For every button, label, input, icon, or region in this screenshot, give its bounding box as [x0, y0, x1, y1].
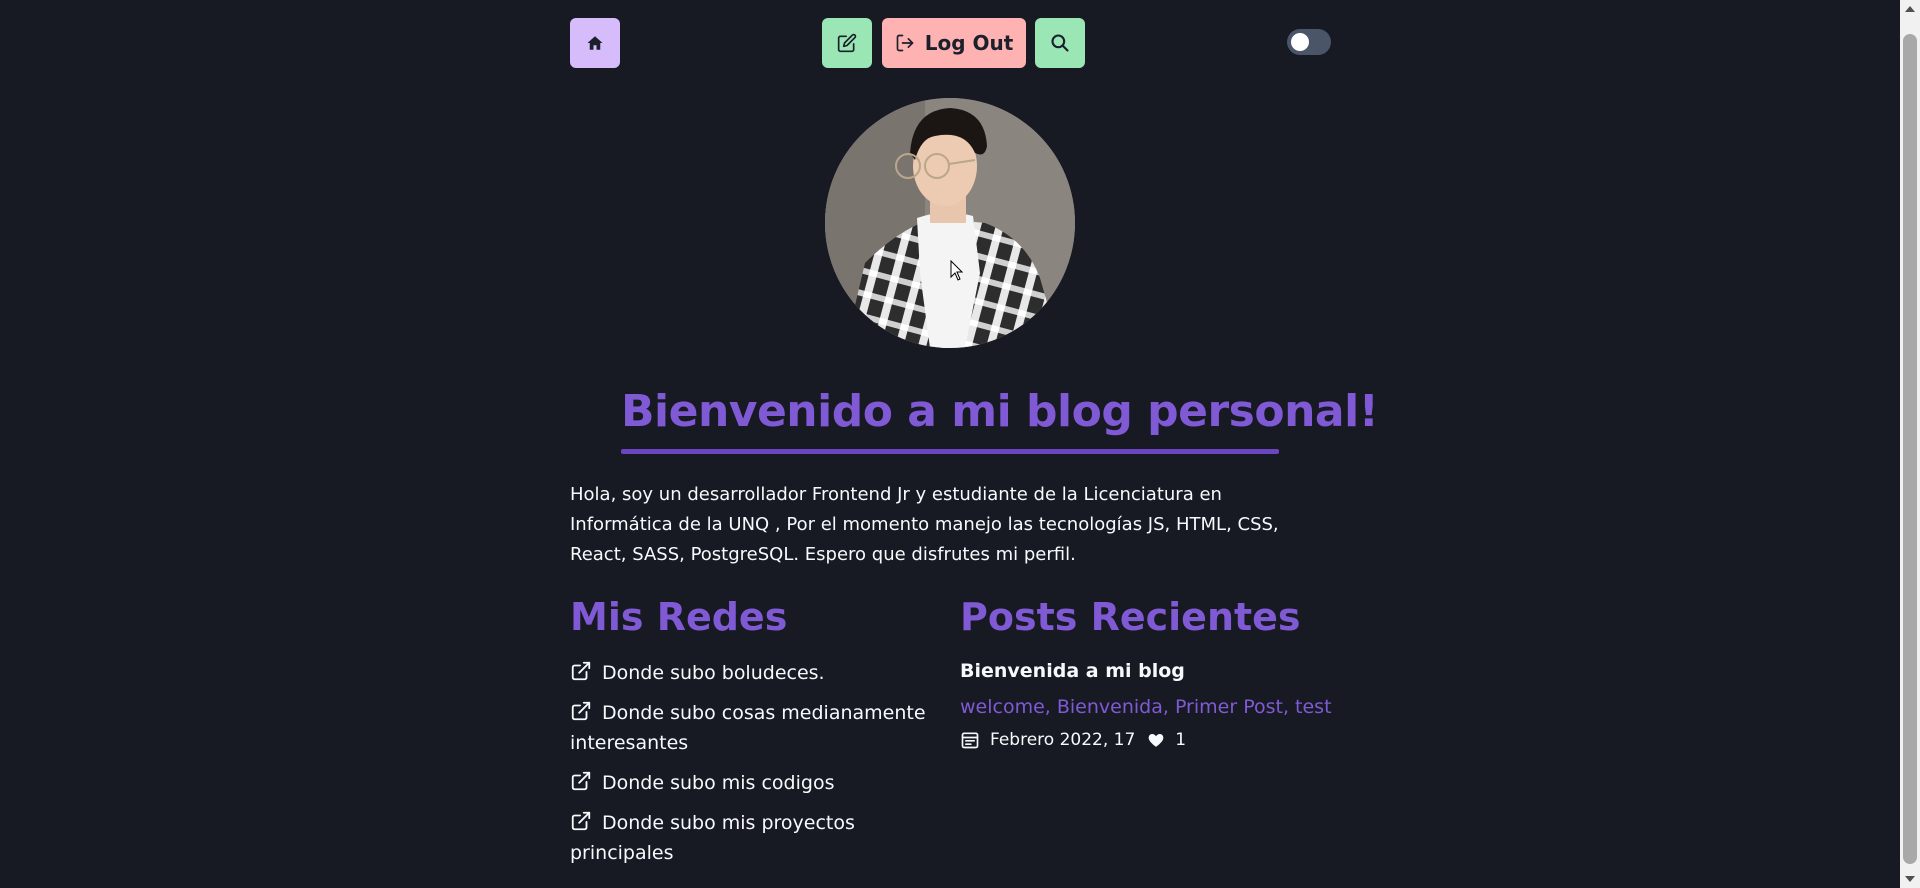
- search-icon: [1051, 34, 1069, 52]
- redes-link-label: Donde subo boludeces.: [602, 662, 825, 684]
- new-post-button[interactable]: [822, 18, 872, 68]
- logout-label: Log Out: [924, 31, 1014, 55]
- external-link-icon: [571, 701, 591, 721]
- scroll-down-arrow-icon[interactable]: [1905, 876, 1915, 882]
- logout-button[interactable]: Log Out: [882, 18, 1026, 68]
- title-underline: [621, 449, 1279, 454]
- heart-icon[interactable]: [1147, 731, 1165, 749]
- logout-icon: [896, 34, 914, 52]
- post-card: Bienvenida a mi blog welcome, Bienvenida…: [960, 656, 1332, 750]
- redes-title: Mis Redes: [570, 595, 788, 639]
- calendar-icon: [961, 732, 979, 749]
- post-likes: 1: [1175, 730, 1187, 750]
- redes-list: Donde subo boludeces. Donde subo cosas m…: [570, 658, 930, 878]
- post-meta: Febrero 2022, 17 1: [960, 730, 1330, 750]
- redes-link-label: Donde subo mis codigos: [602, 772, 835, 794]
- redes-link-label: Donde subo mis proyectos principales: [570, 812, 855, 864]
- profile-avatar: [825, 98, 1075, 348]
- external-link-icon: [571, 661, 591, 681]
- external-link-icon: [571, 811, 591, 831]
- external-link-icon: [571, 771, 591, 791]
- mouse-cursor-icon: [950, 260, 964, 281]
- scroll-thumb[interactable]: [1903, 34, 1917, 864]
- redes-link[interactable]: Donde subo mis proyectos principales: [570, 808, 930, 868]
- home-button[interactable]: [570, 18, 620, 68]
- post-title[interactable]: Bienvenida a mi blog: [960, 656, 1330, 686]
- post-date: Febrero 2022, 17: [990, 730, 1136, 750]
- redes-link[interactable]: Donde subo boludeces.: [570, 658, 930, 688]
- search-button[interactable]: [1035, 18, 1085, 68]
- page-container: Log Out Bienvenido a mi blog personal! H…: [570, 0, 1379, 888]
- theme-toggle[interactable]: [1287, 29, 1331, 55]
- redes-link[interactable]: Donde subo cosas medianamente interesant…: [570, 698, 930, 758]
- redes-link[interactable]: Donde subo mis codigos: [570, 768, 930, 798]
- toggle-knob: [1291, 33, 1309, 51]
- page-title: Bienvenido a mi blog personal!: [621, 386, 1379, 437]
- intro-text: Hola, soy un desarrollador Frontend Jr y…: [570, 484, 1279, 565]
- scroll-up-arrow-icon[interactable]: [1905, 6, 1915, 12]
- home-icon: [587, 36, 603, 50]
- redes-link-label: Donde subo cosas medianamente interesant…: [570, 702, 926, 754]
- edit-icon: [837, 33, 857, 53]
- posts-title: Posts Recientes: [960, 595, 1301, 639]
- page-scrollbar[interactable]: [1900, 0, 1920, 888]
- post-tags: welcome, Bienvenida, Primer Post, test: [960, 696, 1332, 718]
